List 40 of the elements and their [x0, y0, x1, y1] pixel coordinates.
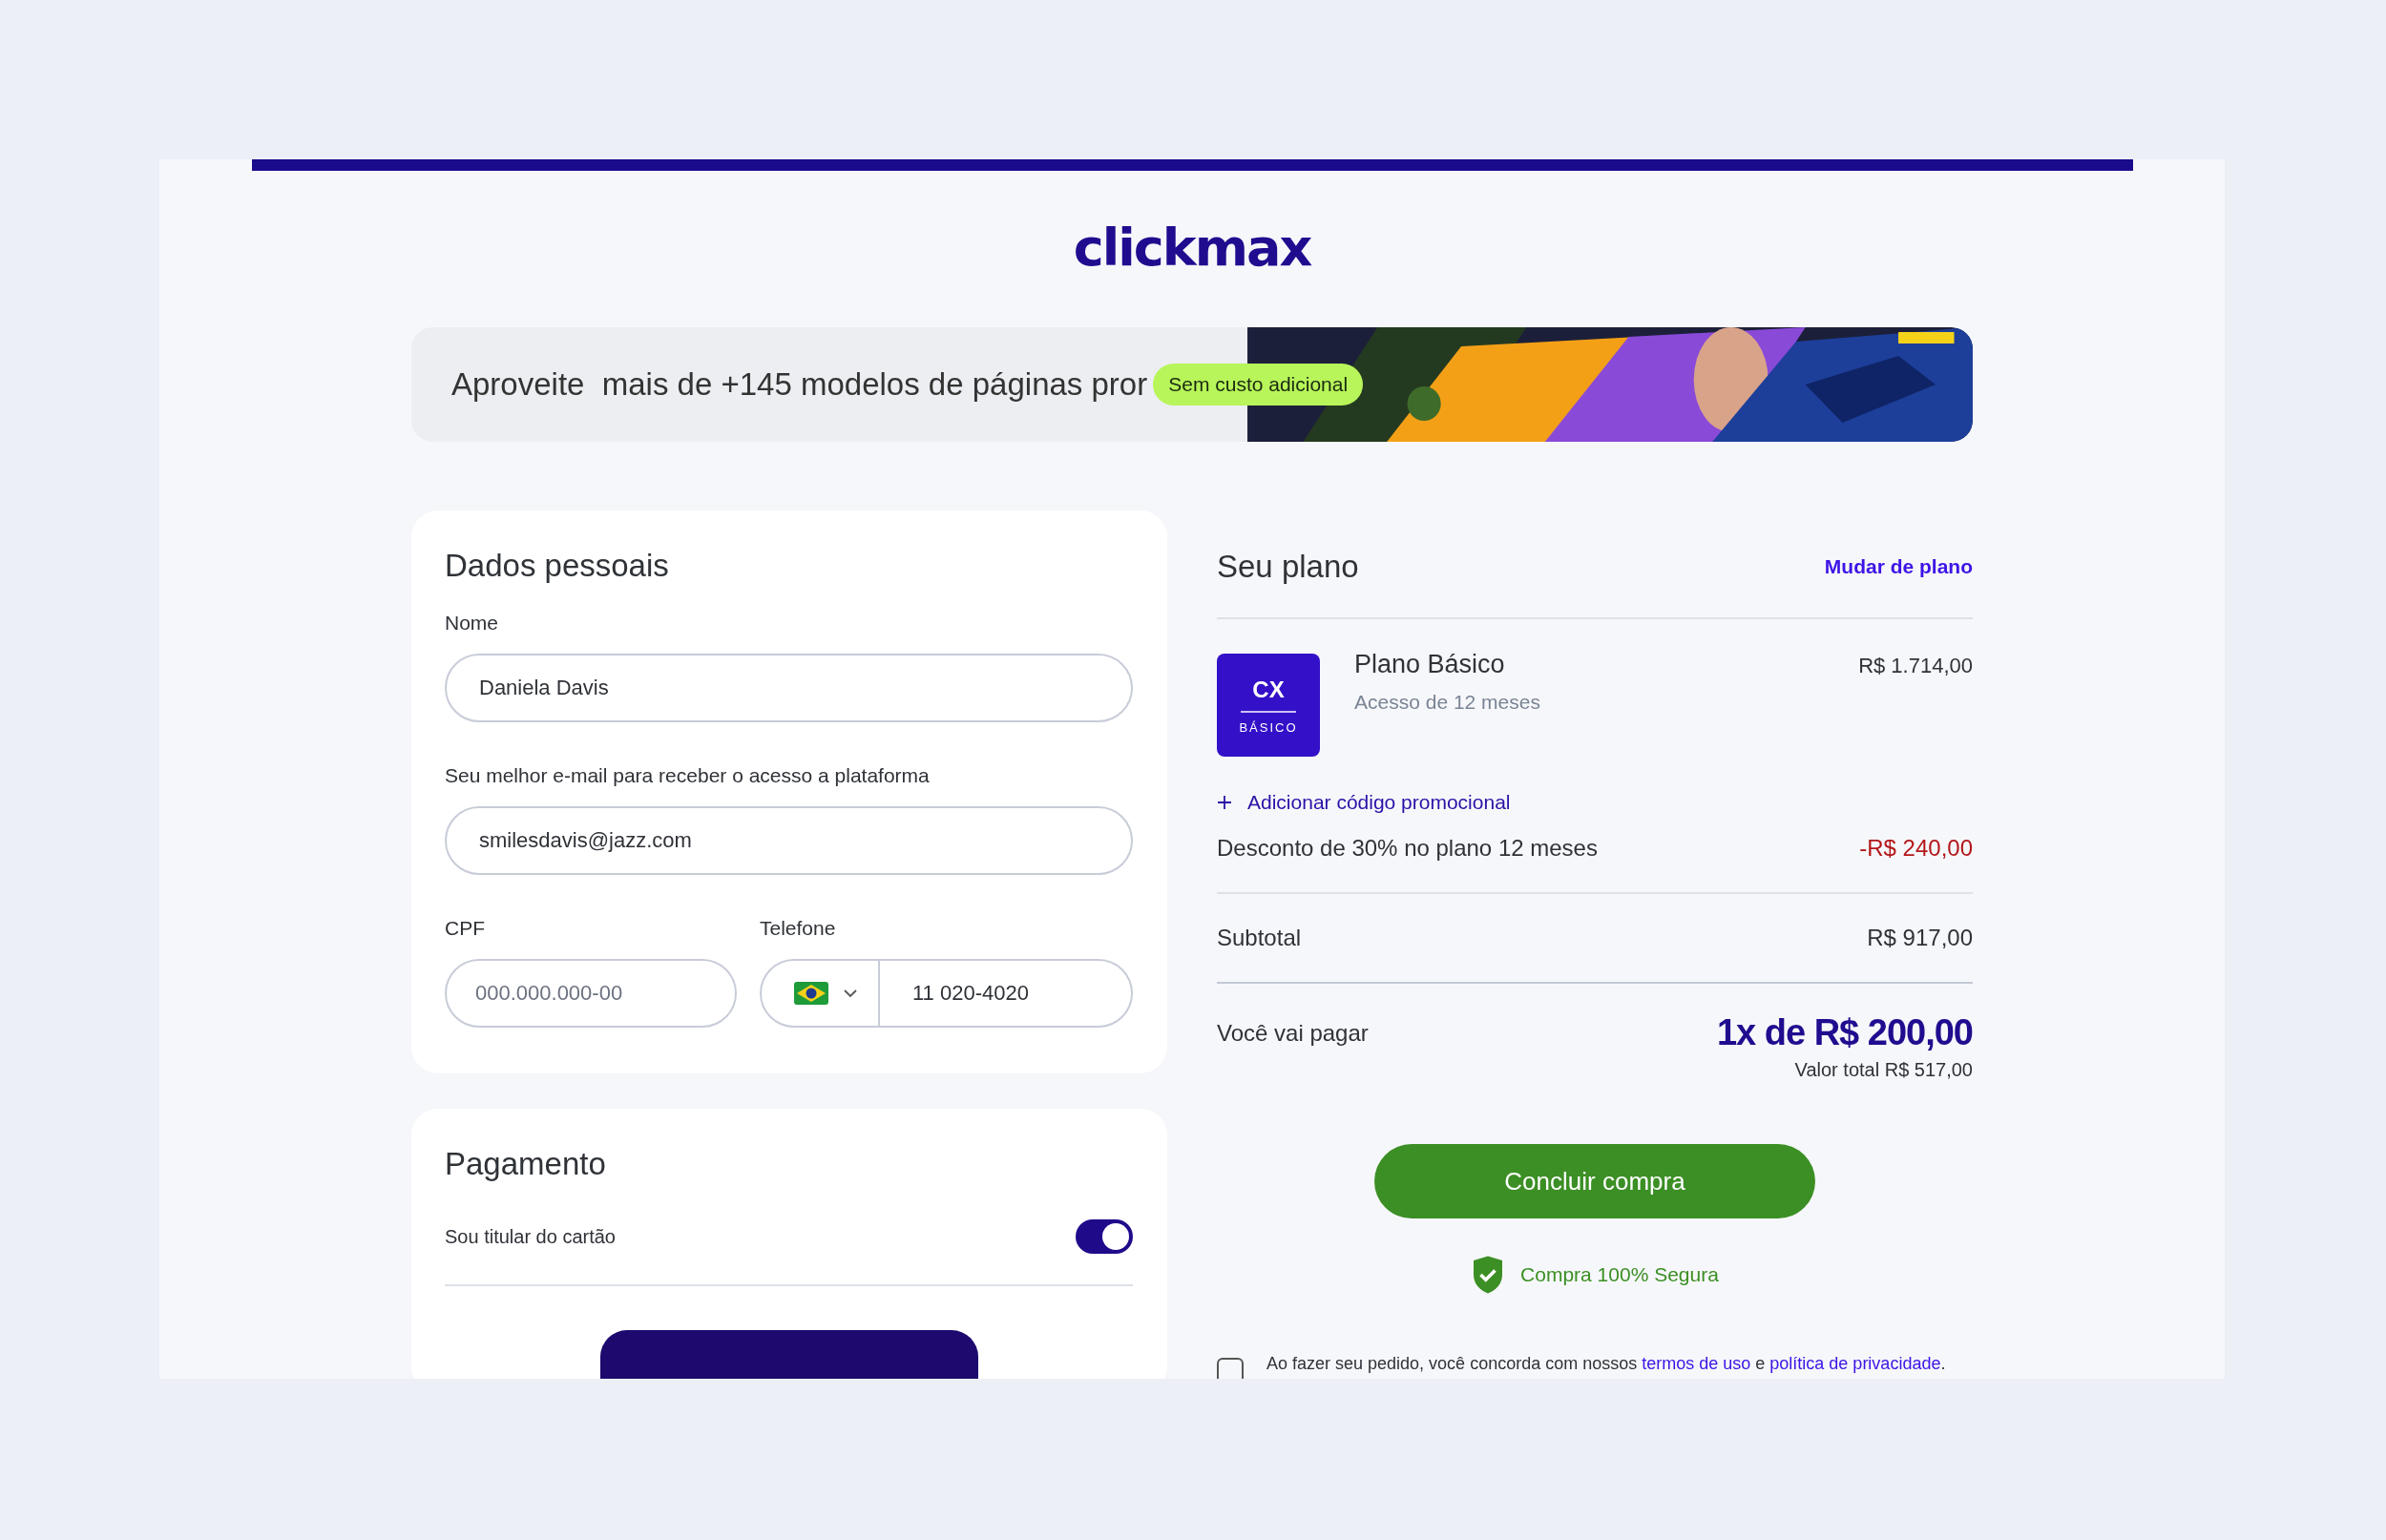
subtotal-label: Subtotal — [1217, 925, 1302, 951]
phone-field[interactable]: 11 020-4020 — [760, 959, 1133, 1028]
logo: clickmax — [1073, 217, 1311, 280]
field-label: Seu melhor e-mail para receber o acesso a plataforma — [445, 764, 931, 787]
plus-icon — [1217, 795, 1232, 810]
terms-text: Ao fazer seu pedido, você concorda com nossos termos de uso e política de privacidade. — [1266, 1354, 1946, 1374]
flag-icon — [794, 982, 828, 1005]
pay-label: Você vai pagar — [1217, 1019, 1369, 1047]
pay-amount: 1x de R$ 200,00 — [1716, 1012, 1973, 1053]
input-field[interactable]: Daniela Davis — [445, 654, 1133, 722]
plan-name: Plano Básico — [1354, 650, 1506, 679]
terms-link[interactable]: termos de uso — [1642, 1354, 1751, 1373]
subtotal-value: R$ 917,00 — [1867, 925, 1973, 951]
plan-badge-logo: CX — [1252, 676, 1285, 703]
field-label: Telefone — [760, 917, 837, 940]
secure-purchase-text: Compra 100% Segura — [1520, 1263, 1719, 1286]
badge: Sem custo adicional — [1153, 364, 1364, 406]
field-label: Nome — [445, 612, 500, 635]
change-plan-link[interactable]: Mudar de plano — [1824, 555, 1973, 578]
input-field[interactable]: 000.000.000-00 — [445, 959, 737, 1028]
plan-duration: Acesso de 12 meses — [1354, 691, 1541, 714]
total-value: Valor total R$ 517,00 — [1793, 1059, 1973, 1081]
toggle-label: Sou titular do cartão — [445, 1225, 616, 1248]
section-title: Dados pessoais — [445, 547, 670, 585]
privacy-link[interactable]: política de privacidade — [1769, 1354, 1941, 1373]
section-title: Pagamento — [445, 1145, 607, 1183]
plan-badge-label: BÁSICO — [1239, 719, 1298, 735]
promo-code-link[interactable]: Adicionar código promocional — [1217, 791, 1973, 814]
complete-purchase-button[interactable]: Concluir compra — [1374, 1144, 1815, 1218]
input-field[interactable]: smilesdavis@jazz.com — [445, 806, 1133, 875]
discount-value: -R$ 240,00 — [1859, 835, 1973, 862]
toggle-switch[interactable] — [1076, 1219, 1133, 1254]
payment-method-button[interactable] — [599, 1330, 978, 1379]
field-label: CPF — [445, 917, 486, 940]
discount-label: Desconto de 30% no plano 12 meses — [1217, 835, 1598, 862]
plan-price: R$ 1.714,00 — [1858, 654, 1973, 678]
section-title: Seu plano — [1217, 548, 1359, 586]
checkbox[interactable] — [1217, 1358, 1244, 1379]
chevron-down-icon — [844, 989, 857, 998]
phone-input[interactable]: 11 020-4020 — [880, 961, 1131, 1026]
